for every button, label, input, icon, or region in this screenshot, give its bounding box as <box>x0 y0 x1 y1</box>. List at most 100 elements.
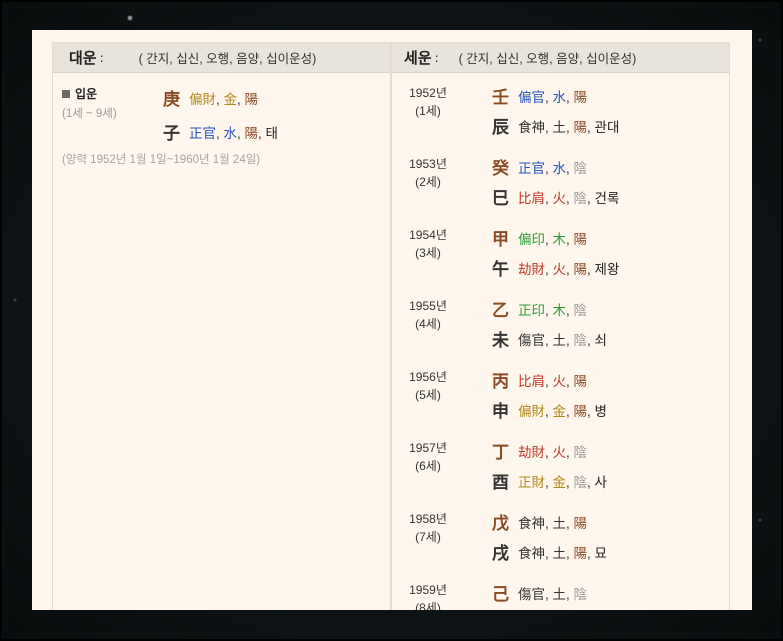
separator: , <box>566 545 574 561</box>
ten-god: 正官 <box>189 125 216 141</box>
separator: , <box>566 160 574 176</box>
separator: , <box>587 261 595 277</box>
year-label: 1959년 (8세) <box>392 581 464 610</box>
twelve-stage: 건록 <box>594 190 620 206</box>
separator: , <box>566 586 574 602</box>
yin-yang: 陽 <box>573 515 588 531</box>
stem-char: 戊 <box>492 514 509 534</box>
separator: , <box>545 515 553 531</box>
ten-god: 比肩 <box>518 373 545 389</box>
year-text: 1952년 <box>409 86 447 100</box>
element: 土 <box>552 545 567 561</box>
separator: , <box>545 231 553 247</box>
yin-yang: 陽 <box>573 373 588 389</box>
separator: , <box>545 474 553 490</box>
age-text: (1세) <box>415 104 441 118</box>
year-text: 1957년 <box>409 441 447 455</box>
seun-header: 세운 : ( 간지, 십신, 오행, 음양, 십이운성) <box>392 43 729 73</box>
seun-year-entry: 1954년 (3세) 甲偏印, 木, 陽午劫財, 火, 陽, 제왕 <box>392 215 729 286</box>
yin-yang: 陰 <box>573 190 588 206</box>
seun-branch: 未傷官, 土, 陰, 쇠 <box>492 326 607 351</box>
seun-subtitle: ( 간지, 십신, 오행, 음양, 십이운성) <box>458 52 637 66</box>
ten-god: 偏印 <box>518 231 545 247</box>
yin-yang: 陰 <box>573 302 588 318</box>
separator: , <box>587 403 595 419</box>
separator: , <box>566 119 574 135</box>
separator: , <box>566 403 574 419</box>
seun-stem: 壬偏官, 水, 陽 <box>492 83 587 108</box>
branch-char: 申 <box>492 402 509 422</box>
stem-char: 甲 <box>492 230 509 250</box>
seun-branch: 戌食神, 土, 陽, 묘 <box>492 539 607 564</box>
age-text: (6세) <box>415 459 441 473</box>
start-block: 입운 (1세 ~ 9세) <box>62 85 117 121</box>
year-text: 1959년 <box>409 583 447 597</box>
seun-stem: 丙比肩, 火, 陽 <box>492 367 587 392</box>
stem-char: 丙 <box>492 372 509 392</box>
separator: , <box>566 373 574 389</box>
seun-stem: 癸正官, 水, 陰 <box>492 154 587 179</box>
pillar-attributes: 劫財, 火, 陰 <box>518 441 587 461</box>
year-text: 1955년 <box>409 299 447 313</box>
seun-stem: 甲偏印, 木, 陽 <box>492 225 587 250</box>
stem-char: 己 <box>492 585 509 605</box>
seun-title: 세운 <box>404 50 432 67</box>
seun-year-entry: 1952년 (1세) 壬偏官, 水, 陽辰食神, 土, 陽, 관대 <box>392 73 729 144</box>
yin-yang: 陰 <box>573 160 588 176</box>
pillar-attributes: 正財, 金, 陰, 사 <box>518 471 607 491</box>
seun-year-entry: 1958년 (7세) 戊食神, 土, 陽戌食神, 土, 陽, 묘 <box>392 499 729 570</box>
yin-yang: 陽 <box>244 125 259 141</box>
separator: , <box>566 190 574 206</box>
seun-branch: 巳比肩, 火, 陰, 건록 <box>492 184 619 209</box>
daeun-entry: 입운 (1세 ~ 9세) 庚偏財, 金, 陽 子正官, 水, 陽, 태 (양력 … <box>53 73 390 193</box>
element: 火 <box>552 444 567 460</box>
year-text: 1956년 <box>409 370 447 384</box>
stem-char: 癸 <box>492 159 509 179</box>
age-text: (5세) <box>415 388 441 402</box>
element: 土 <box>552 119 567 135</box>
yin-yang: 陽 <box>573 231 588 247</box>
branch-char: 巳 <box>492 189 509 209</box>
stem-char: 乙 <box>492 301 509 321</box>
ten-god: 劫財 <box>518 444 545 460</box>
pillar-attributes: 傷官, 土, 陰, 쇠 <box>518 329 607 349</box>
age-text: (7세) <box>415 530 441 544</box>
year-label: 1953년 (2세) <box>392 155 464 191</box>
element: 土 <box>552 586 567 602</box>
yin-yang: 陽 <box>573 545 588 561</box>
separator: , <box>587 119 595 135</box>
year-text: 1958년 <box>409 512 447 526</box>
pillar-attributes: 食神, 土, 陽, 관대 <box>518 116 619 136</box>
ten-god: 食神 <box>518 545 545 561</box>
separator: , <box>545 403 553 419</box>
twelve-stage: 관대 <box>594 119 620 135</box>
seun-year-entry: 1957년 (6세) 丁劫財, 火, 陰酉正財, 金, 陰, 사 <box>392 428 729 499</box>
ten-god: 偏財 <box>189 91 216 107</box>
separator: , <box>587 332 595 348</box>
age-text: (4세) <box>415 317 441 331</box>
seun-colon: : <box>434 50 439 65</box>
start-age-range: (1세 ~ 9세) <box>62 108 117 120</box>
yin-yang: 陽 <box>244 91 259 107</box>
ten-god: 傷官 <box>518 332 545 348</box>
separator: , <box>237 125 245 141</box>
element: 水 <box>552 89 567 105</box>
year-label: 1957년 (6세) <box>392 439 464 475</box>
pillar-attributes: 正印, 木, 陰 <box>518 299 587 319</box>
branch-char: 酉 <box>492 473 509 493</box>
fortune-panel: 대운 : ( 간지, 십신, 오행, 음양, 십이운성) 입운 (1세 ~ 9세… <box>32 30 752 610</box>
ten-god: 正印 <box>518 302 545 318</box>
seun-branch: 申偏財, 金, 陽, 병 <box>492 397 607 422</box>
start-title: 입운 <box>75 87 98 101</box>
branch-char: 戌 <box>492 544 509 564</box>
daeun-branch: 子正官, 水, 陽, 태 <box>163 119 278 144</box>
year-label: 1955년 (4세) <box>392 297 464 333</box>
daeun-column: 대운 : ( 간지, 십신, 오행, 음양, 십이운성) 입운 (1세 ~ 9세… <box>52 42 391 610</box>
daeun-subtitle: ( 간지, 십신, 오행, 음양, 십이운성) <box>138 52 317 66</box>
yin-yang: 陽 <box>573 403 588 419</box>
element: 金 <box>552 474 567 490</box>
seun-stem: 己傷官, 土, 陰 <box>492 580 587 605</box>
ten-god: 食神 <box>518 515 545 531</box>
yin-yang: 陰 <box>573 332 588 348</box>
twelve-stage: 묘 <box>594 545 607 561</box>
